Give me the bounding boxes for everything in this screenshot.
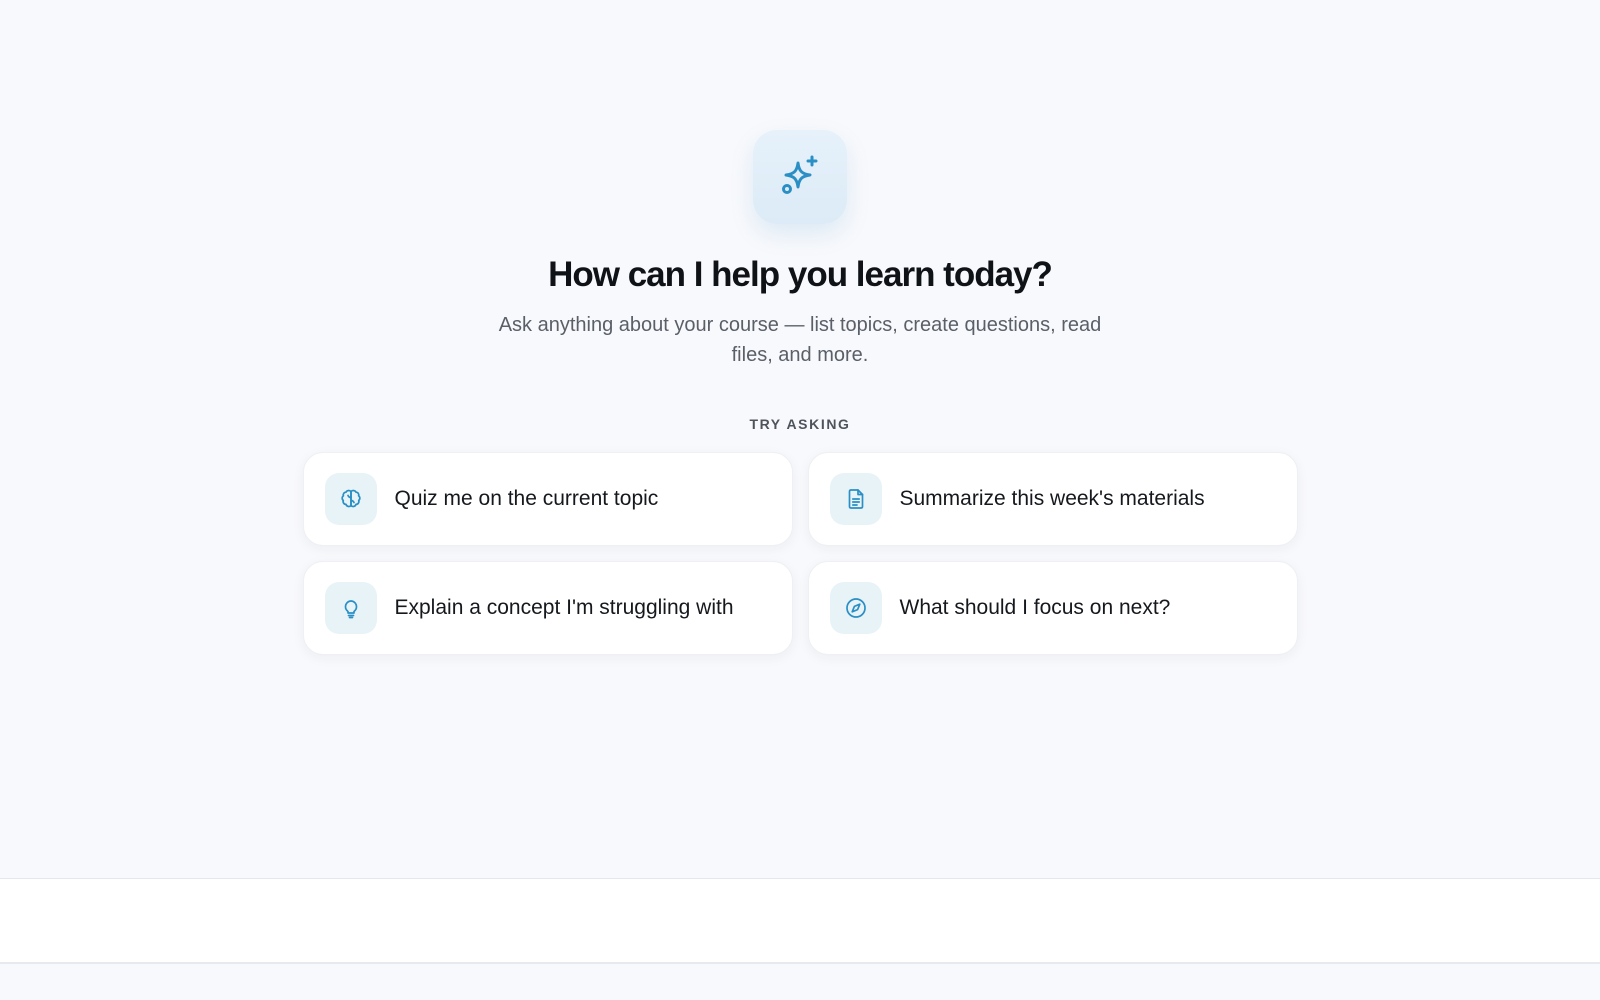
suggestion-card-summarize[interactable]: Summarize this week's materials bbox=[807, 452, 1298, 546]
document-icon bbox=[829, 473, 882, 525]
suggestion-card-focus[interactable]: What should I focus on next? bbox=[807, 561, 1298, 655]
page-title: How can I help you learn today? bbox=[548, 255, 1053, 294]
suggestion-card-explain[interactable]: Explain a concept I'm struggling with bbox=[302, 561, 793, 655]
chat-empty-state: How can I help you learn today? Ask anyt… bbox=[0, 0, 1600, 1000]
page-subtitle: Ask anything about your course — list to… bbox=[498, 314, 1102, 366]
suggestion-label: Explain a concept I'm struggling with bbox=[394, 596, 734, 619]
suggestion-label: What should I focus on next? bbox=[899, 596, 1171, 619]
suggestion-grid: Quiz me on the current topic Summarize t… bbox=[302, 452, 1298, 655]
brain-icon bbox=[324, 473, 377, 525]
lightbulb-icon bbox=[324, 582, 377, 634]
suggestion-label: Quiz me on the current topic bbox=[394, 487, 659, 510]
message-composer-bar[interactable] bbox=[0, 878, 1600, 964]
suggestions-heading: TRY ASKING bbox=[749, 416, 851, 432]
compass-icon bbox=[829, 582, 882, 634]
welcome-section: How can I help you learn today? Ask anyt… bbox=[0, 130, 1600, 655]
suggestion-label: Summarize this week's materials bbox=[899, 487, 1205, 510]
sparkles-icon bbox=[753, 130, 847, 224]
suggestion-card-quiz[interactable]: Quiz me on the current topic bbox=[302, 452, 793, 546]
